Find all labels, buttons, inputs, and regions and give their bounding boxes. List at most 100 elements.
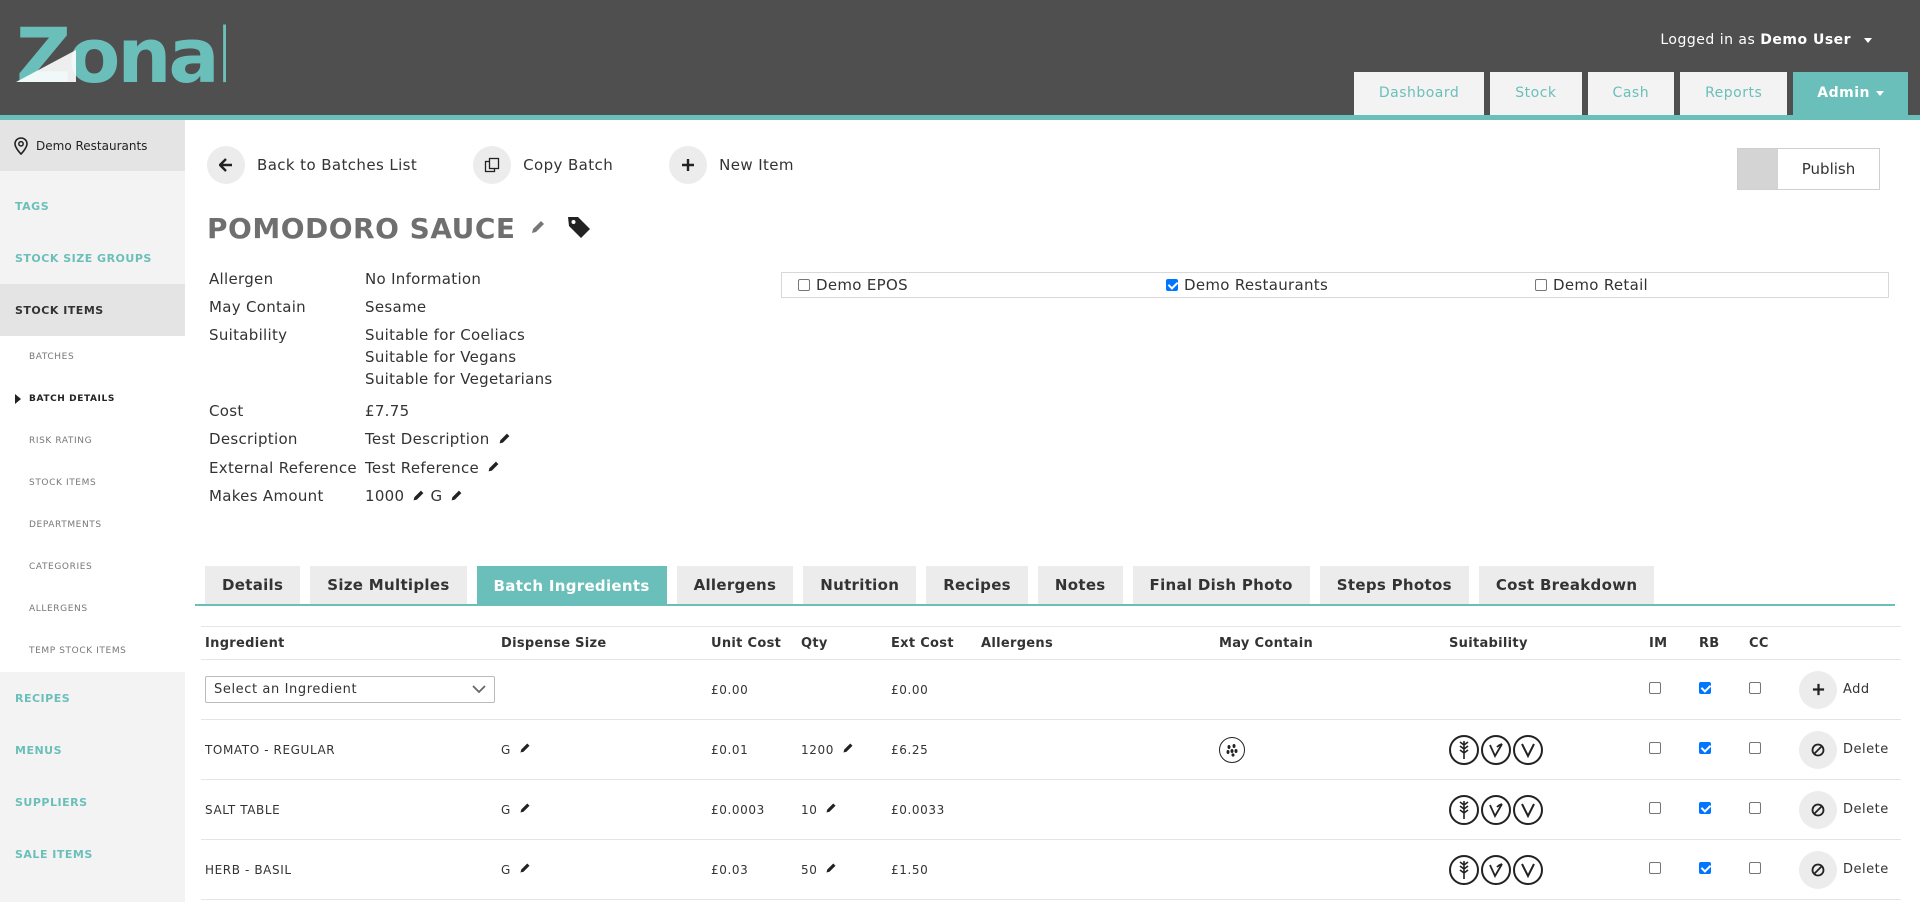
delete-button[interactable]: Delete <box>1799 730 1899 769</box>
sidebar-item-suppliers[interactable]: SUPPLIERS <box>0 776 185 828</box>
table-row: SALT TABLE G £0.0003 10 £0.0033 Delete <box>201 780 1901 840</box>
publish-toggle[interactable]: Publish <box>1737 148 1880 190</box>
page-title: POMODORO SAUCE <box>207 212 592 245</box>
zonal-logo[interactable]: Zonal <box>16 11 243 100</box>
cc-checkbox[interactable] <box>1749 682 1761 694</box>
sidebar-item-tags[interactable]: TAGS <box>0 180 185 232</box>
qty: 1200 <box>801 742 834 757</box>
nav-admin[interactable]: Admin <box>1793 72 1908 115</box>
user-menu[interactable]: Logged in as Demo User <box>1660 32 1872 48</box>
site-checkbox-demo-restaurants[interactable]: Demo Restaurants <box>1166 276 1535 294</box>
table-header: Ingredient Dispense Size Unit Cost Qty E… <box>201 626 1901 660</box>
user-name: Demo User <box>1760 32 1852 48</box>
site-selector[interactable]: Demo Restaurants <box>0 120 185 171</box>
im-checkbox[interactable] <box>1649 682 1661 694</box>
edit-pencil-icon[interactable] <box>842 742 854 757</box>
sidebar-subitem-departments[interactable]: DEPARTMENTS <box>0 504 185 546</box>
makes-amount-value: 1000 <box>365 487 405 505</box>
vegetarian-icon <box>1513 734 1543 765</box>
edit-pencil-icon[interactable] <box>519 802 531 817</box>
edit-pencil-icon[interactable] <box>412 488 425 506</box>
delete-label: Delete <box>1843 742 1889 757</box>
vegan-icon <box>1481 854 1511 885</box>
sidebar-subitem-batch-details[interactable]: BATCH DETAILS <box>0 378 185 420</box>
edit-pencil-icon[interactable] <box>825 862 837 877</box>
ext-ref-value: Test Reference <box>365 458 480 477</box>
nav-dashboard[interactable]: Dashboard <box>1353 72 1485 115</box>
sidebar-item-sale-items[interactable]: SALE ITEMS <box>0 828 185 880</box>
tab-size-multiples[interactable]: Size Multiples <box>310 566 467 604</box>
sidebar-item-stock-size-groups[interactable]: STOCK SIZE GROUPS <box>0 232 185 284</box>
nav-stock[interactable]: Stock <box>1490 72 1582 115</box>
cc-checkbox[interactable] <box>1749 802 1761 814</box>
ingredient-name: TOMATO - REGULAR <box>205 742 336 757</box>
sidebar-item-menus[interactable]: MENUS <box>0 724 185 776</box>
sidebar-item-stock-items[interactable]: STOCK ITEMS <box>0 284 185 336</box>
cc-checkbox[interactable] <box>1749 742 1761 754</box>
add-button[interactable]: Add <box>1799 670 1899 709</box>
rb-checkbox[interactable] <box>1699 802 1711 814</box>
tab-recipes[interactable]: Recipes <box>926 566 1028 604</box>
tab-allergens[interactable]: Allergens <box>676 566 794 604</box>
edit-pencil-icon[interactable] <box>519 862 531 877</box>
sidebar-subitem-risk-rating[interactable]: RISK RATING <box>0 420 185 462</box>
copy-batch-button[interactable]: Copy Batch <box>473 146 613 184</box>
ban-icon <box>1799 850 1837 889</box>
edit-pencil-icon[interactable] <box>498 431 511 449</box>
tab-notes[interactable]: Notes <box>1037 566 1123 604</box>
prop-value: No Information <box>365 270 482 288</box>
checkbox[interactable] <box>798 279 810 291</box>
im-checkbox[interactable] <box>1649 742 1661 754</box>
edit-pencil-icon[interactable] <box>825 802 837 817</box>
delete-button[interactable]: Delete <box>1799 850 1899 889</box>
sidebar-item-recipes[interactable]: RECIPES <box>0 672 185 724</box>
cc-checkbox[interactable] <box>1749 862 1761 874</box>
toggle-switch[interactable] <box>1738 149 1778 189</box>
sidebar-subitem-batches[interactable]: BATCHES <box>0 336 185 378</box>
im-checkbox[interactable] <box>1649 862 1661 874</box>
sidebar-subitem-temp-stock-items[interactable]: TEMP STOCK ITEMS <box>0 630 185 672</box>
tab-batch-ingredients[interactable]: Batch Ingredients <box>476 566 667 606</box>
col-header: Dispense Size <box>501 635 607 651</box>
tab-nutrition[interactable]: Nutrition <box>803 566 917 604</box>
plus-icon <box>669 146 708 184</box>
ingredient-select[interactable]: Select an Ingredient <box>205 676 495 703</box>
edit-pencil-icon[interactable] <box>530 219 546 239</box>
new-item-button[interactable]: New Item <box>669 146 794 184</box>
rb-checkbox[interactable] <box>1699 682 1711 694</box>
back-to-batches-button[interactable]: Back to Batches List <box>207 146 417 184</box>
edit-pencil-icon[interactable] <box>487 459 500 477</box>
tab-steps-photos[interactable]: Steps Photos <box>1319 566 1469 604</box>
tag-icon[interactable] <box>566 214 592 244</box>
table-row: TOMATO - REGULAR G £0.01 1200 £6.25 Dele… <box>201 720 1901 780</box>
vegetarian-icon <box>1513 854 1543 885</box>
sidebar-subitem-stock-items[interactable]: STOCK ITEMS <box>0 462 185 504</box>
nav-cash[interactable]: Cash <box>1587 72 1675 115</box>
dispense-size: G <box>501 802 511 817</box>
site-checkbox-demo-retail[interactable]: Demo Retail <box>1535 276 1648 294</box>
sidebar-subitem-allergens[interactable]: ALLERGENS <box>0 588 185 630</box>
action-bar: Back to Batches List Copy Batch New Item <box>207 146 850 184</box>
top-header: Zonal Logged in as Demo User Dashboard S… <box>0 0 1920 115</box>
tab-details[interactable]: Details <box>205 566 301 604</box>
gluten-free-icon <box>1449 734 1479 765</box>
site-checkbox-demo-epos[interactable]: Demo EPOS <box>798 276 1166 294</box>
tab-final-dish-photo[interactable]: Final Dish Photo <box>1132 566 1310 604</box>
tab-cost-breakdown[interactable]: Cost Breakdown <box>1478 566 1655 604</box>
edit-pencil-icon[interactable] <box>450 488 463 506</box>
prop-label: Allergen <box>209 270 274 288</box>
edit-pencil-icon[interactable] <box>519 742 531 757</box>
sidebar-subitem-categories[interactable]: CATEGORIES <box>0 546 185 588</box>
unit-cost: £0.0003 <box>711 802 765 817</box>
vegan-icon <box>1481 734 1511 765</box>
checkbox-checked[interactable] <box>1166 279 1178 291</box>
delete-button[interactable]: Delete <box>1799 790 1899 829</box>
col-header: CC <box>1749 635 1769 651</box>
im-checkbox[interactable] <box>1649 802 1661 814</box>
rb-checkbox[interactable] <box>1699 862 1711 874</box>
checkbox[interactable] <box>1535 279 1547 291</box>
rb-checkbox[interactable] <box>1699 742 1711 754</box>
site-name: Demo Restaurants <box>36 138 148 153</box>
nav-reports[interactable]: Reports <box>1680 72 1788 115</box>
main-nav: Dashboard Stock Cash Reports Admin <box>1353 72 1908 115</box>
